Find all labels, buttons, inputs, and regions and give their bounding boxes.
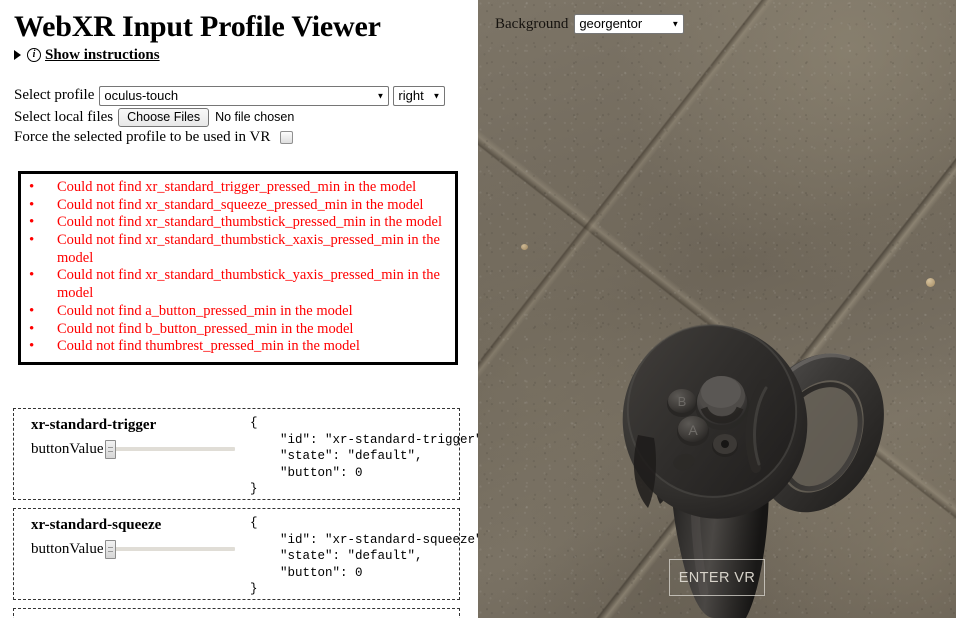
enter-vr-button[interactable]: ENTER VR <box>669 559 765 596</box>
local-files-label: Select local files <box>14 108 114 125</box>
choose-files-button[interactable]: Choose Files <box>118 107 210 127</box>
profile-row: Select profile oculus-touch right <box>14 85 470 106</box>
background-select-wrap: georgentor <box>574 14 685 34</box>
slider-thumb[interactable] <box>104 440 116 459</box>
profile-select-wrap: oculus-touch <box>99 85 390 106</box>
component-value-label: buttonValue <box>31 440 104 457</box>
component-panel: xr-standard-trigger buttonValue { "id": … <box>13 408 478 500</box>
force-profile-label: Force the selected profile to be used in… <box>14 128 271 145</box>
button-a-label: A <box>688 422 698 438</box>
error-list-item: Could not find b_button_pressed_min in t… <box>27 320 449 339</box>
hand-select-wrap: right <box>393 85 446 106</box>
slider-track <box>113 547 235 551</box>
error-list-item: Could not find thumbrest_pressed_min in … <box>27 337 449 356</box>
left-panel: WebXR Input Profile Viewer i Show instru… <box>0 0 478 618</box>
file-status-text: No file chosen <box>215 110 295 124</box>
local-files-row: Select local files Choose Files No file … <box>14 107 470 127</box>
component-title: xr-standard-trigger <box>31 417 157 433</box>
controls-block: Select profile oculus-touch right Select… <box>14 85 470 146</box>
force-profile-checkbox[interactable] <box>280 130 294 144</box>
error-list-item: Could not find xr_standard_thumbstick_pr… <box>27 213 449 232</box>
error-message-box: Could not find xr_standard_trigger_press… <box>18 171 458 365</box>
background-select[interactable]: georgentor <box>574 14 685 34</box>
button-b: B <box>667 389 697 417</box>
xr-preview-viewport[interactable]: Background georgentor ▼ B A ENTER VR <box>478 0 956 618</box>
error-list: Could not find xr_standard_trigger_press… <box>27 178 449 356</box>
page-title: WebXR Input Profile Viewer <box>14 10 381 43</box>
component-value-label: buttonValue <box>31 540 104 557</box>
triangle-right-icon <box>14 50 21 60</box>
profile-select[interactable]: oculus-touch <box>99 85 390 106</box>
component-panel: xr-standard-squeeze buttonValue { "id": … <box>13 508 478 600</box>
button-a: A <box>677 416 709 446</box>
component-panel <box>13 608 460 618</box>
component-json: { "id": "xr-standard-trigger", "state": … <box>250 416 478 496</box>
error-list-item: Could not find xr_standard_squeeze_press… <box>27 196 449 215</box>
background-selector: Background georgentor <box>495 14 685 34</box>
component-value-row: buttonValue <box>24 438 242 460</box>
profile-label: Select profile <box>14 87 95 103</box>
error-list-item: Could not find xr_standard_thumbstick_ya… <box>27 266 449 302</box>
controller-model: B A <box>622 324 884 618</box>
force-profile-row: Force the selected profile to be used in… <box>14 129 470 146</box>
button-b-label: B <box>678 394 687 409</box>
error-list-item: Could not find xr_standard_thumbstick_xa… <box>27 231 449 267</box>
component-title: xr-standard-squeeze <box>31 517 162 533</box>
instructions-toggle[interactable]: i Show instructions <box>14 47 470 64</box>
background-label: Background <box>495 15 569 32</box>
slider-thumb[interactable] <box>104 540 116 559</box>
head-left-sliver <box>633 435 656 508</box>
instructions-toggle-label[interactable]: Show instructions <box>45 47 160 64</box>
slider-track <box>113 447 235 451</box>
component-value-row: buttonValue <box>24 538 242 560</box>
info-circle-icon: i <box>27 48 41 62</box>
app-root: WebXR Input Profile Viewer i Show instru… <box>0 0 956 618</box>
error-list-item: Could not find a_button_pressed_min in t… <box>27 302 449 321</box>
button-value-slider[interactable] <box>104 538 235 560</box>
error-list-item: Could not find xr_standard_trigger_press… <box>27 178 449 197</box>
handedness-select[interactable]: right <box>393 85 446 106</box>
button-value-slider[interactable] <box>104 438 235 460</box>
component-json: { "id": "xr-standard-squeeze", "state": … <box>250 516 478 596</box>
